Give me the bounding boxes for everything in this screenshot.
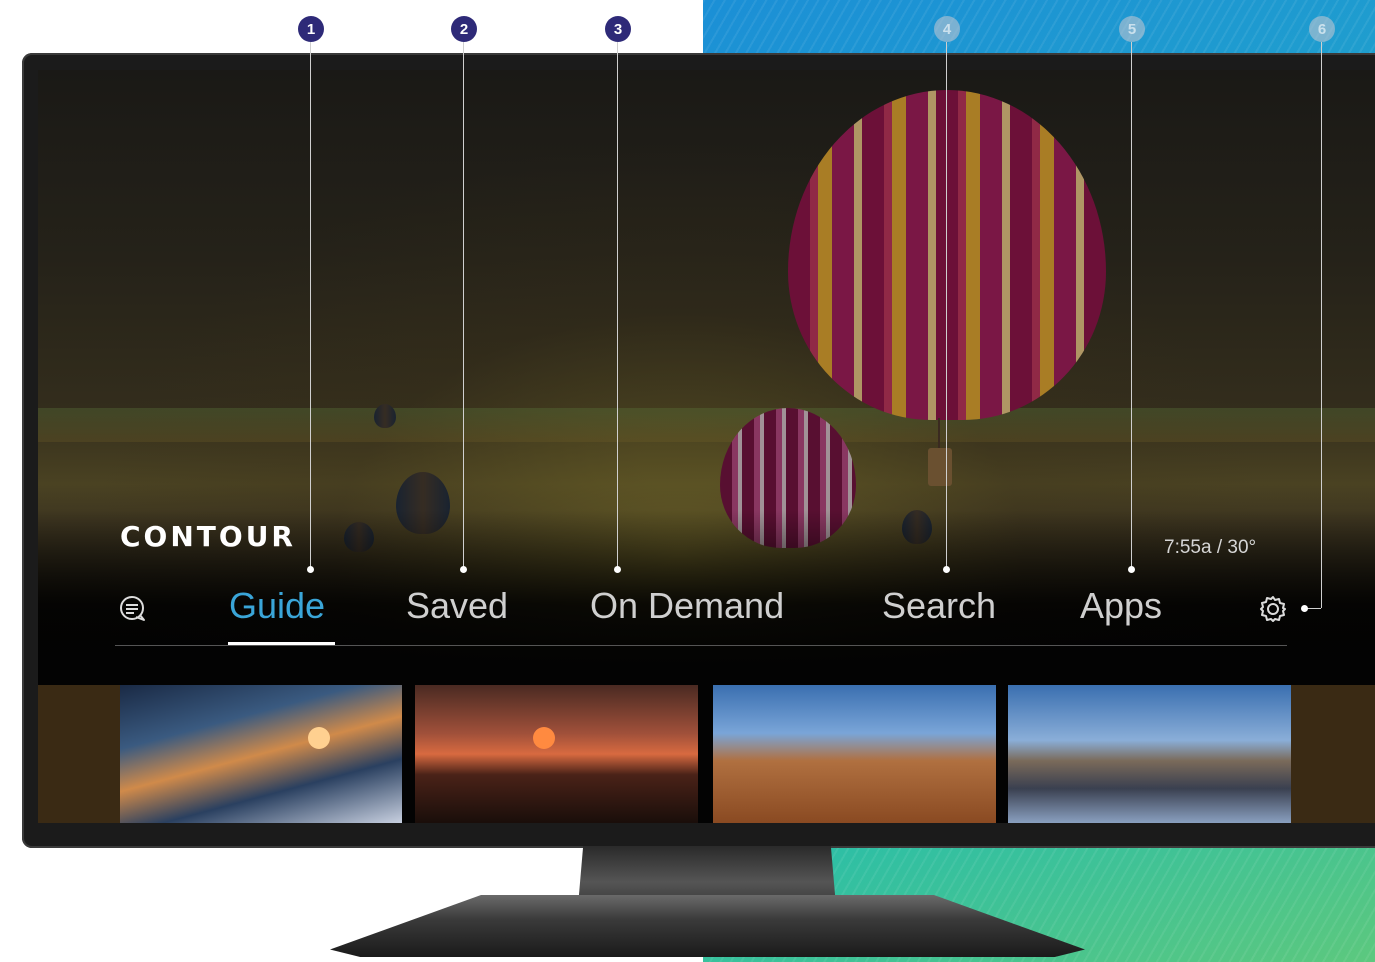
nav-search[interactable]: Search (882, 585, 996, 627)
callout-badge-6: 6 (1309, 16, 1335, 42)
chat-bubble-icon[interactable] (118, 596, 148, 622)
callout-badge-1: 1 (298, 16, 324, 42)
contour-logo: CONTOUR (120, 520, 296, 553)
sun (308, 727, 330, 749)
callout-line-6 (1321, 42, 1322, 608)
balloon-basket (928, 448, 952, 486)
callout-line-3 (617, 42, 618, 570)
callout-badge-5: 5 (1119, 16, 1145, 42)
callout-line-2 (463, 42, 464, 570)
time-weather-status: 7:55a / 30° (1164, 537, 1257, 558)
callout-badge-2: 2 (451, 16, 477, 42)
callout-dot-2 (460, 566, 467, 573)
hot-air-balloon-large (788, 90, 1106, 420)
nav-apps[interactable]: Apps (1080, 585, 1162, 627)
callout-dot-3 (614, 566, 621, 573)
hot-air-balloon-small (374, 404, 396, 428)
callout-line-5 (1131, 42, 1132, 570)
nav-on-demand[interactable]: On Demand (590, 585, 784, 627)
nav-guide[interactable]: Guide (229, 585, 325, 627)
sun (533, 727, 555, 749)
callout-line-4 (946, 42, 947, 570)
callout-badge-3: 3 (605, 16, 631, 42)
callout-dot-6 (1301, 605, 1308, 612)
horizon (38, 408, 1375, 442)
callout-badge-4: 4 (934, 16, 960, 42)
content-tile-city-skyline[interactable] (1008, 685, 1291, 823)
nav-divider (115, 645, 1287, 646)
callout-dot-5 (1128, 566, 1135, 573)
content-tile-beach-chairs[interactable] (415, 685, 698, 823)
content-tile-colosseum[interactable] (713, 685, 996, 823)
callout-dot-1 (307, 566, 314, 573)
gear-icon[interactable] (1258, 594, 1288, 624)
balloon-rope (938, 418, 940, 450)
tile-edge (1291, 685, 1375, 823)
callout-line-1 (310, 42, 311, 570)
content-tile-sailboat[interactable] (120, 685, 402, 823)
callout-dot-4 (943, 566, 950, 573)
tile-edge (38, 685, 120, 823)
nav-saved[interactable]: Saved (406, 585, 508, 627)
